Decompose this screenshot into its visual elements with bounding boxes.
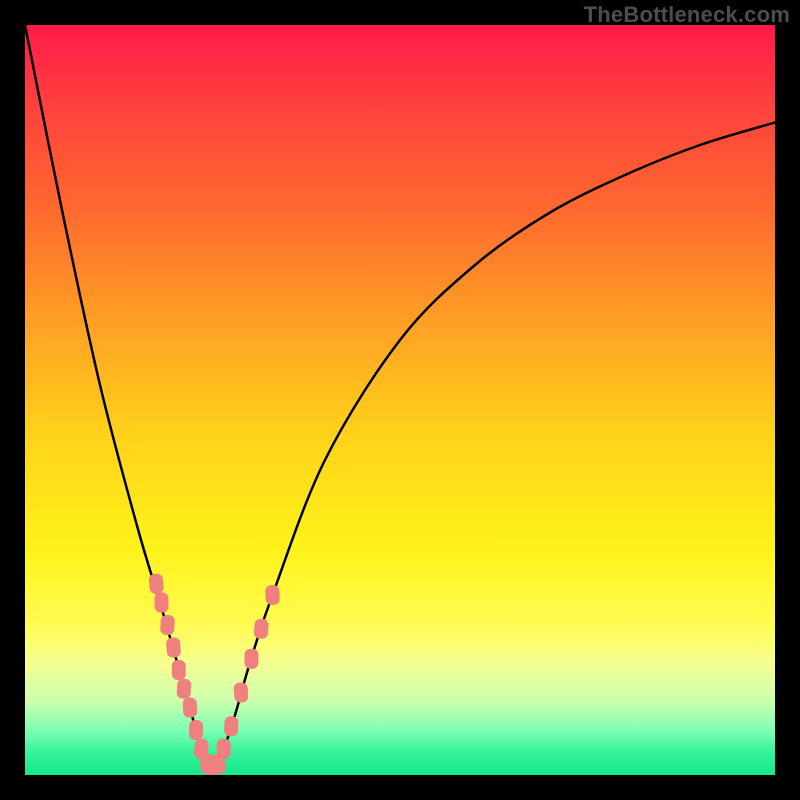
sample-marker — [233, 682, 248, 703]
sample-marker — [154, 592, 168, 612]
sample-markers — [148, 573, 280, 775]
sample-marker — [160, 615, 175, 636]
sample-marker — [166, 637, 181, 658]
plot-area — [25, 25, 775, 775]
chart-frame: TheBottleneck.com — [0, 0, 800, 800]
watermark-text: TheBottleneck.com — [584, 2, 790, 28]
sample-marker — [254, 618, 269, 639]
sample-marker — [182, 697, 197, 718]
sample-marker — [265, 585, 280, 606]
sample-marker — [224, 716, 239, 737]
bottleneck-curve — [25, 25, 775, 775]
sample-marker — [148, 573, 164, 594]
sample-marker — [176, 678, 191, 699]
sample-marker — [217, 739, 231, 759]
sample-marker — [172, 660, 186, 680]
chart-overlay — [25, 25, 775, 775]
sample-marker — [245, 649, 259, 669]
sample-marker — [189, 720, 203, 740]
